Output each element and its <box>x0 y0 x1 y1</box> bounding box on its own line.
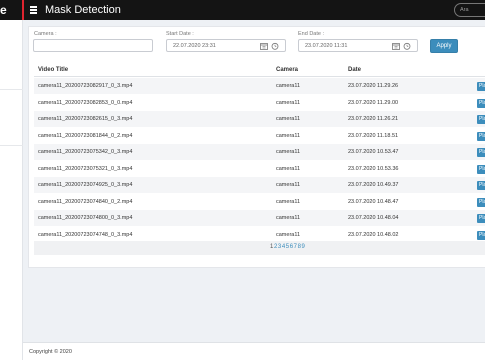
date-cell: 23.07.2020 10.48.47 <box>348 198 399 205</box>
page-link-5[interactable]: 5 <box>286 244 289 250</box>
camera-cell: camera11 <box>276 165 301 172</box>
copyright-text: Copyright © 2020 <box>29 349 72 355</box>
page-title: Mask Detection <box>45 4 121 16</box>
play-button[interactable]: Play <box>477 98 485 108</box>
table-row: camera11_20200723081844_0_2.mp4 camera11… <box>34 128 485 144</box>
camera-label: Camera : <box>34 31 57 37</box>
clock-icon[interactable] <box>271 42 279 50</box>
table-row: camera11_20200723074925_0_3.mp4 camera11… <box>34 177 485 193</box>
play-button[interactable]: Play <box>477 230 485 240</box>
column-header-camera[interactable]: Camera <box>276 67 298 73</box>
end-date-input[interactable]: 23.07.2020 11:31 <box>298 39 418 52</box>
date-cell: 23.07.2020 10.53.47 <box>348 149 399 155</box>
page-link-9[interactable]: 9 <box>302 244 305 250</box>
table-row: camera11_20200723074840_0_2.mp4 camera11… <box>34 194 485 210</box>
camera-input[interactable] <box>33 39 153 52</box>
video-title-cell: camera11_20200723082917_0_3.mp4 <box>38 83 133 89</box>
camera-cell: camera11 <box>276 215 301 221</box>
page-link-8[interactable]: 8 <box>298 244 301 250</box>
video-title-cell: camera11_20200723074800_0_3.mp4 <box>38 215 133 221</box>
play-button[interactable]: Play <box>477 82 485 91</box>
camera-cell: camera11 <box>276 149 301 155</box>
date-cell: 23.07.2020 10.48.04 <box>348 215 399 221</box>
brand-logo[interactable]: e <box>0 2 7 18</box>
video-title-cell: camera11_20200723074840_0_2.mp4 <box>38 198 133 205</box>
play-button[interactable]: Play <box>477 131 485 141</box>
camera-cell: camera11 <box>276 99 301 106</box>
table-row: camera11_20200723075342_0_3.mp4 camera11… <box>34 144 485 160</box>
end-date-value: 23.07.2020 11:31 <box>305 43 348 49</box>
video-title-cell: camera11_20200723082615_0_3.mp4 <box>38 116 133 122</box>
video-title-cell: camera11_20200723081844_0_2.mp4 <box>38 132 133 139</box>
footer: Copyright © 2020 <box>23 342 485 360</box>
page-link-7[interactable]: 7 <box>294 244 297 250</box>
camera-cell: camera11 <box>276 231 301 238</box>
calendar-icon[interactable] <box>260 42 268 50</box>
camera-cell: camera11 <box>276 83 301 89</box>
table-row: camera11_20200723082615_0_3.mp4 camera11… <box>34 111 485 127</box>
video-title-cell: camera11_20200723075321_0_3.mp4 <box>38 165 133 172</box>
play-button[interactable]: Play <box>477 164 485 174</box>
page-link-4[interactable]: 4 <box>282 244 285 250</box>
apply-button[interactable]: Apply <box>430 39 458 53</box>
date-cell: 23.07.2020 11.26.21 <box>348 116 399 122</box>
date-cell: 23.07.2020 10.53.36 <box>348 165 399 172</box>
play-button[interactable]: Play <box>477 214 485 223</box>
camera-cell: camera11 <box>276 182 301 188</box>
date-cell: 23.07.2020 11.29.26 <box>348 83 399 89</box>
page-link-6[interactable]: 6 <box>290 244 293 250</box>
date-cell: 23.07.2020 10.48.02 <box>348 231 399 238</box>
play-button[interactable]: Play <box>477 197 485 207</box>
page-link-2[interactable]: 2 <box>274 244 277 250</box>
page-link-3[interactable]: 3 <box>278 244 281 250</box>
play-button[interactable]: Play <box>477 148 485 157</box>
camera-cell: camera11 <box>276 116 301 122</box>
top-bar: e Mask Detection Ara <box>0 0 485 20</box>
date-cell: 23.07.2020 11.29.00 <box>348 99 399 106</box>
calendar-icon[interactable] <box>392 42 400 50</box>
brand-divider <box>22 0 24 20</box>
pagination: 123456789 <box>34 241 485 255</box>
page-link-1[interactable]: 1 <box>270 244 273 250</box>
video-title-cell: camera11_20200723074748_0_3.mp4 <box>38 231 133 238</box>
sidebar <box>0 20 23 360</box>
start-date-input[interactable]: 22.07.2020 23:31 <box>166 39 286 52</box>
hamburger-icon[interactable] <box>30 6 37 14</box>
column-header-video-title[interactable]: Video Title <box>38 67 68 73</box>
play-button[interactable]: Play <box>477 115 485 124</box>
table-row: camera11_20200723074800_0_3.mp4 camera11… <box>34 210 485 226</box>
clock-icon[interactable] <box>403 42 411 50</box>
camera-cell: camera11 <box>276 198 301 205</box>
start-date-value: 22.07.2020 23:31 <box>173 43 216 49</box>
video-title-cell: camera11_20200723075342_0_3.mp4 <box>38 149 133 155</box>
end-date-label: End Date : <box>298 31 324 37</box>
sidebar-divider <box>0 145 23 146</box>
video-title-cell: camera11_20200723074925_0_3.mp4 <box>38 182 133 188</box>
column-header-date[interactable]: Date <box>348 67 361 73</box>
table-header: Video Title Camera Date <box>34 63 485 77</box>
video-title-cell: camera11_20200723082853_0_0.mp4 <box>38 99 133 106</box>
table-row: camera11_20200723075321_0_3.mp4 camera11… <box>34 161 485 177</box>
start-date-label: Start Date : <box>166 31 194 37</box>
search-input[interactable]: Ara <box>454 3 485 17</box>
table-row: camera11_20200723082853_0_0.mp4 camera11… <box>34 95 485 111</box>
play-button[interactable]: Play <box>477 181 485 190</box>
sidebar-divider <box>0 89 23 90</box>
table-row: camera11_20200723082917_0_3.mp4 camera11… <box>34 78 485 94</box>
date-cell: 23.07.2020 11.18.51 <box>348 132 399 139</box>
date-cell: 23.07.2020 10.49.37 <box>348 182 399 188</box>
camera-cell: camera11 <box>276 132 301 139</box>
